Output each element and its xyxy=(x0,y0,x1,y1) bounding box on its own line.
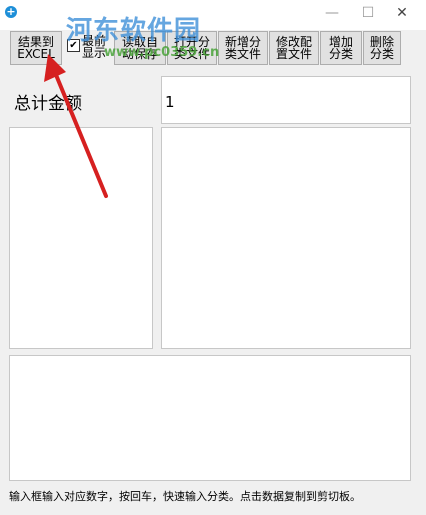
annotation-arrow-icon xyxy=(44,54,108,198)
